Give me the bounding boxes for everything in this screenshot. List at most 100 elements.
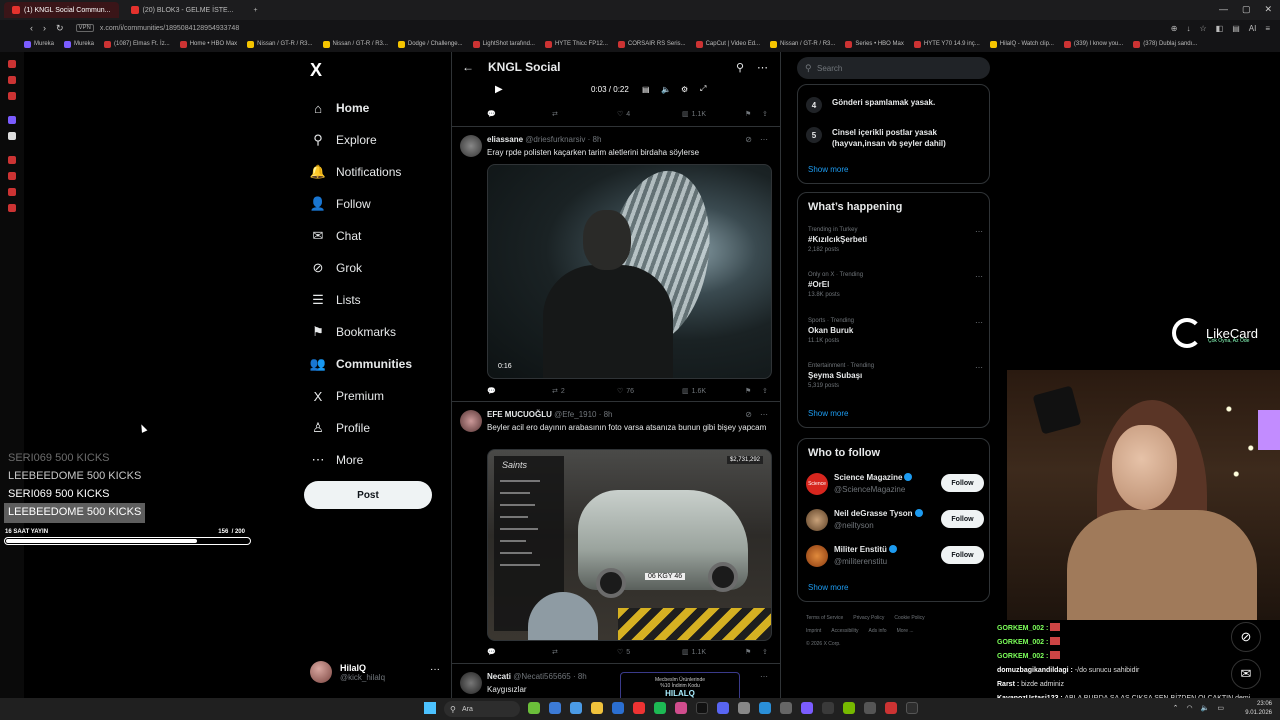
taskbar-search[interactable]: ⚲ Ara — [444, 701, 520, 717]
app-icon[interactable] — [738, 702, 750, 714]
tab-kngl-social[interactable]: (1) KNGL Social Commun... — [4, 2, 119, 18]
sidepanel-messenger-icon[interactable] — [8, 76, 16, 84]
retweet-button[interactable]: ⇄ 2 — [552, 387, 565, 396]
captions-icon[interactable]: ▤ — [642, 85, 650, 94]
nav-item-grok[interactable]: ⊘ Grok — [310, 252, 412, 284]
bookmark-item[interactable]: Nissan / GT-R / R3... — [322, 40, 388, 48]
spotify-icon[interactable] — [654, 702, 666, 714]
vpn-badge[interactable]: VPN — [75, 24, 94, 32]
tweet-author[interactable]: EFE MUCUOĞLU @Efe_1910 · 8h — [487, 410, 613, 419]
like-button[interactable]: ♡ 4 — [617, 110, 630, 119]
like-button[interactable]: ♡ 5 — [617, 648, 630, 657]
account-more-icon[interactable]: ··· — [430, 664, 440, 675]
tweet-image[interactable]: Saints $2,731,292 06 KGY 46 — [487, 449, 772, 641]
volume-icon[interactable]: 🔈 — [661, 85, 671, 94]
reply-icon[interactable]: 💬 — [487, 648, 496, 656]
trend-item[interactable]: Trending in Turkey #KızılcıkŞerbeti 2,18… — [808, 227, 983, 253]
footer-link[interactable]: Terms of Service — [806, 615, 843, 621]
app-icon[interactable] — [528, 702, 540, 714]
app-icon[interactable] — [759, 702, 771, 714]
bookmark-item[interactable]: Mureka — [64, 40, 94, 48]
footer-link[interactable]: © 2026 X Corp. — [806, 641, 841, 647]
follow-suggestion[interactable]: Militer Enstitü @militerenstitu Follow — [806, 543, 984, 569]
account-switcher[interactable]: HilalQ @kick_hilalq ··· — [310, 658, 440, 686]
retweet-icon[interactable]: ⇄ — [552, 648, 558, 656]
bookmark-item[interactable]: (339) I know you... — [1063, 40, 1123, 48]
share-icon[interactable]: ⇪ — [762, 110, 768, 118]
more-icon[interactable]: ⋯ — [760, 672, 768, 681]
wallet-icon[interactable]: ▤ — [1232, 24, 1240, 33]
footer-link[interactable]: Ads info — [869, 628, 887, 634]
nav-item-home[interactable]: ⌂ Home — [310, 92, 412, 124]
nav-item-explore[interactable]: ⚲ Explore — [310, 124, 412, 156]
sidepanel-clock-icon[interactable] — [8, 156, 16, 164]
tweet-video[interactable]: 0:16 — [487, 164, 772, 379]
bookmark-item[interactable]: Series • HBO Max — [845, 40, 904, 48]
nav-item-bookmarks[interactable]: ⚑ Bookmarks — [310, 316, 412, 348]
extensions-icon[interactable]: ◧ — [1216, 24, 1224, 33]
app-icon[interactable] — [906, 702, 918, 714]
app-icon[interactable] — [801, 702, 813, 714]
url-field[interactable]: VPN x.com/i/communities/1895084128954933… — [75, 24, 239, 32]
trend-item[interactable]: Sports · Trending Okan Buruk 11.1K posts… — [808, 318, 983, 344]
discord-icon[interactable] — [717, 702, 729, 714]
nav-item-more[interactable]: ⋯ More — [310, 444, 412, 476]
menu-icon[interactable]: ≡ — [1265, 24, 1270, 33]
trend-item[interactable]: Only on X · Trending #OrEl 13.8K posts ⋯ — [808, 272, 983, 298]
folder-icon[interactable] — [591, 702, 603, 714]
download-icon[interactable]: ↓ — [1186, 24, 1190, 33]
bookmark-item[interactable]: CORSAIR RS Seris... — [617, 40, 686, 48]
follow-button[interactable]: Follow — [941, 510, 984, 528]
share-icon[interactable]: ⇪ — [762, 648, 768, 656]
speaker-icon[interactable]: 🔈 — [1201, 704, 1210, 712]
nav-item-follow[interactable]: 👤 Follow — [310, 188, 412, 220]
back-arrow-icon[interactable]: ‹ — [30, 23, 33, 34]
more-icon[interactable]: ⋯ — [975, 363, 983, 372]
footer-link[interactable]: More ... — [897, 628, 914, 634]
app-icon[interactable] — [864, 702, 876, 714]
fullscreen-icon[interactable]: ⤢ — [700, 84, 706, 94]
bookmark-item[interactable]: (1087) Elmas Ft. İz... — [104, 40, 170, 48]
minimize-icon[interactable]: — — [1219, 4, 1228, 15]
new-tab-button[interactable]: + — [246, 2, 266, 18]
bookmark-item[interactable]: HYTE Thicc FP12... — [544, 40, 608, 48]
tiktok-icon[interactable] — [696, 702, 708, 714]
show-more-link[interactable]: Show more — [808, 583, 848, 592]
bookmark-item[interactable]: (378) Dublaj sandı... — [1133, 40, 1197, 48]
taskbar-clock[interactable]: 23:06 9.01.2026 — [1245, 700, 1272, 718]
bookmark-star-icon[interactable]: ☆ — [1199, 24, 1206, 33]
bookmark-item[interactable]: HYTE Y70 14.9 inç... — [913, 40, 980, 48]
avatar[interactable] — [460, 135, 482, 157]
app-icon[interactable] — [885, 702, 897, 714]
more-icon[interactable]: ⋯ — [760, 135, 768, 144]
footer-link[interactable]: Imprint — [806, 628, 821, 634]
views-stat[interactable]: ▥ 1.1K — [682, 648, 706, 657]
instagram-icon[interactable] — [675, 702, 687, 714]
nav-item-communities[interactable]: 👥 Communities — [310, 348, 412, 380]
avatar[interactable] — [460, 672, 482, 694]
app-icon[interactable] — [633, 702, 645, 714]
app-icon[interactable] — [612, 702, 624, 714]
show-more-link[interactable]: Show more — [808, 165, 848, 174]
views-stat[interactable]: ▥ 1.1K — [682, 110, 706, 119]
sidepanel-settings-icon[interactable] — [8, 204, 16, 212]
ai-button[interactable]: AI — [1249, 24, 1257, 33]
app-icon[interactable] — [549, 702, 561, 714]
like-button[interactable]: ♡ 76 — [617, 387, 634, 396]
bookmark-item[interactable]: CapCut | Video Ed... — [695, 40, 760, 48]
follow-suggestion[interactable]: Science Science Magazine @ScienceMagazin… — [806, 471, 984, 497]
windows-start-icon[interactable] — [424, 702, 436, 714]
search-icon[interactable]: ⚲ — [736, 61, 744, 74]
reply-icon[interactable]: 💬 — [487, 110, 496, 118]
x-logo-icon[interactable]: X — [310, 60, 322, 81]
wifi-icon[interactable]: ◠ — [1187, 704, 1193, 712]
grok-icon[interactable]: ⊘ — [745, 135, 752, 144]
tab-youtube[interactable]: (20) BLOK3 - GELME İSTE... — [123, 2, 242, 18]
avatar[interactable] — [460, 410, 482, 432]
trend-item[interactable]: Entertainment · Trending Şeyma Subaşı 5,… — [808, 363, 983, 389]
tweet-author[interactable]: eliassane @driesfurknarsiv · 8h — [487, 135, 601, 144]
footer-link[interactable]: Privacy Policy — [853, 615, 884, 621]
sidepanel-x-icon[interactable] — [8, 132, 16, 140]
bookmark-icon[interactable]: ⚑ — [745, 387, 751, 395]
zoom-icon[interactable]: ⊕ — [1171, 24, 1178, 33]
